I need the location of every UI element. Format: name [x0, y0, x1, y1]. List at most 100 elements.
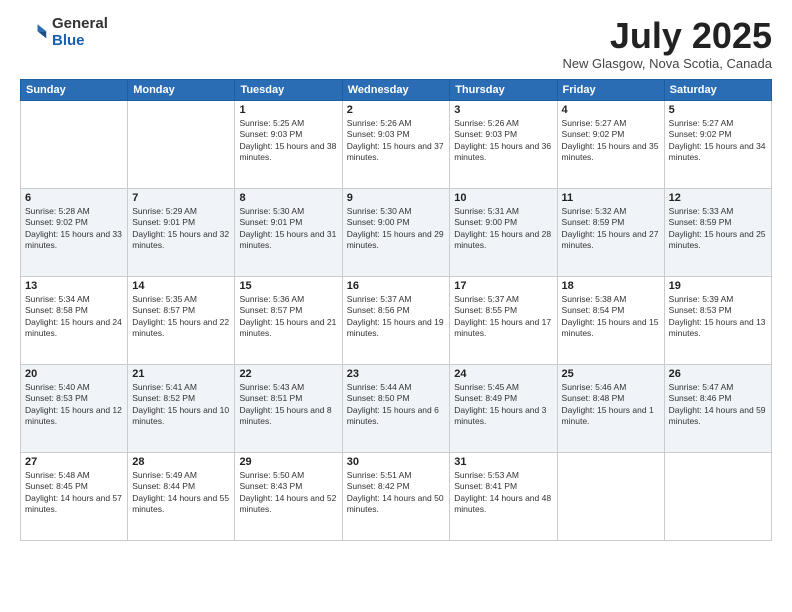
day-info: Sunrise: 5:38 AM Sunset: 8:54 PM Dayligh… [562, 294, 660, 340]
calendar-cell: 29Sunrise: 5:50 AM Sunset: 8:43 PM Dayli… [235, 452, 342, 540]
weekday-header-row: SundayMondayTuesdayWednesdayThursdayFrid… [21, 79, 772, 100]
logo-blue: Blue [52, 33, 108, 50]
day-number: 15 [239, 280, 337, 292]
calendar-week-row: 13Sunrise: 5:34 AM Sunset: 8:58 PM Dayli… [21, 276, 772, 364]
calendar-cell: 28 Sunrise: 5:49 AM Sunset: 8:44 PM Dayli… [128, 452, 235, 540]
logo-general: General [52, 16, 108, 33]
day-info: Sunrise: 5:37 AM Sunset: 8:56 PM Dayligh… [347, 294, 446, 340]
day-number: 26 [669, 368, 767, 380]
day-info: Sunrise: 5:35 AM Sunset: 8:57 PM Dayligh… [132, 294, 230, 340]
calendar-cell: 21 Sunrise: 5:41 AM Sunset: 8:52 PM Dayli… [128, 364, 235, 452]
day-number: 21 [132, 368, 230, 380]
calendar-week-row: 6 Sunrise: 5:28 AM Sunset: 9:02 PM Daylig… [21, 188, 772, 276]
day-info: Sunrise: 5:39 AM Sunset: 8:53 PM Dayligh… [669, 294, 767, 340]
day-number: 11 [562, 192, 660, 204]
day-info: Sunrise: 5:51 AM Sunset: 8:42 PM Dayligh… [347, 470, 446, 516]
day-number: 5 [669, 104, 767, 116]
day-info: Sunrise: 5:43 AM Sunset: 8:51 PM Dayligh… [239, 382, 337, 428]
day-info: Sunrise: 5:40 AM Sunset: 8:53 PM Dayligh… [25, 382, 123, 428]
calendar-cell: 31 Sunrise: 5:53 AM Sunset: 8:41 PM Dayli… [450, 452, 557, 540]
header: General Blue July 2025 New Glasgow, Nova… [20, 16, 772, 71]
day-number: 25 [562, 368, 660, 380]
day-number: 1 [239, 104, 337, 116]
calendar-cell: 3 Sunrise: 5:26 AM Sunset: 9:03 PM Daylig… [450, 100, 557, 188]
day-info: Sunrise: 5:27 AM Sunset: 9:02 PM Dayligh… [562, 118, 660, 164]
calendar-cell: 9 Sunrise: 5:30 AM Sunset: 9:00 PM Daylig… [342, 188, 450, 276]
day-number: 13 [25, 280, 123, 292]
day-number: 8 [239, 192, 337, 204]
calendar-cell [21, 100, 128, 188]
day-info: Sunrise: 5:26 AM Sunset: 9:03 PM Dayligh… [454, 118, 552, 164]
day-info: Sunrise: 5:28 AM Sunset: 9:02 PM Dayligh… [25, 206, 123, 252]
calendar-cell: 20 Sunrise: 5:40 AM Sunset: 8:53 PM Dayli… [21, 364, 128, 452]
calendar-cell: 25 Sunrise: 5:46 AM Sunset: 8:48 PM Dayli… [557, 364, 664, 452]
day-info: Sunrise: 5:37 AM Sunset: 8:55 PM Dayligh… [454, 294, 552, 340]
calendar-cell: 27Sunrise: 5:48 AM Sunset: 8:45 PM Dayli… [21, 452, 128, 540]
calendar-cell: 6 Sunrise: 5:28 AM Sunset: 9:02 PM Daylig… [21, 188, 128, 276]
calendar-cell [664, 452, 771, 540]
day-number: 4 [562, 104, 660, 116]
calendar-cell: 30 Sunrise: 5:51 AM Sunset: 8:42 PM Dayli… [342, 452, 450, 540]
title-block: July 2025 New Glasgow, Nova Scotia, Cana… [562, 16, 772, 71]
day-number: 18 [562, 280, 660, 292]
calendar-cell: 24 Sunrise: 5:45 AM Sunset: 8:49 PM Dayli… [450, 364, 557, 452]
calendar-cell: 22 Sunrise: 5:43 AM Sunset: 8:51 PM Dayli… [235, 364, 342, 452]
day-number: 31 [454, 456, 552, 468]
day-number: 30 [347, 456, 446, 468]
day-number: 3 [454, 104, 552, 116]
calendar-cell: 10Sunrise: 5:31 AM Sunset: 9:00 PM Dayli… [450, 188, 557, 276]
day-number: 28 [132, 456, 230, 468]
calendar-cell: 5 Sunrise: 5:27 AM Sunset: 9:02 PM Daylig… [664, 100, 771, 188]
day-number: 19 [669, 280, 767, 292]
day-number: 29 [239, 456, 337, 468]
day-info: Sunrise: 5:30 AM Sunset: 9:00 PM Dayligh… [347, 206, 446, 252]
day-info: Sunrise: 5:32 AM Sunset: 8:59 PM Dayligh… [562, 206, 660, 252]
calendar-cell: 23Sunrise: 5:44 AM Sunset: 8:50 PM Dayli… [342, 364, 450, 452]
day-number: 14 [132, 280, 230, 292]
calendar: SundayMondayTuesdayWednesdayThursdayFrid… [20, 79, 772, 541]
day-info: Sunrise: 5:46 AM Sunset: 8:48 PM Dayligh… [562, 382, 660, 428]
logo-icon [20, 19, 48, 47]
calendar-cell: 12Sunrise: 5:33 AM Sunset: 8:59 PM Dayli… [664, 188, 771, 276]
weekday-header: Friday [557, 79, 664, 100]
day-number: 20 [25, 368, 123, 380]
day-number: 17 [454, 280, 552, 292]
day-number: 7 [132, 192, 230, 204]
calendar-cell: 19 Sunrise: 5:39 AM Sunset: 8:53 PM Dayli… [664, 276, 771, 364]
logo-text: General Blue [52, 16, 108, 49]
day-number: 12 [669, 192, 767, 204]
day-number: 24 [454, 368, 552, 380]
day-info: Sunrise: 5:26 AM Sunset: 9:03 PM Dayligh… [347, 118, 446, 164]
day-info: Sunrise: 5:36 AM Sunset: 8:57 PM Dayligh… [239, 294, 337, 340]
calendar-cell [557, 452, 664, 540]
day-info: Sunrise: 5:29 AM Sunset: 9:01 PM Dayligh… [132, 206, 230, 252]
day-info: Sunrise: 5:53 AM Sunset: 8:41 PM Dayligh… [454, 470, 552, 516]
day-info: Sunrise: 5:49 AM Sunset: 8:44 PM Dayligh… [132, 470, 230, 516]
calendar-cell: 8 Sunrise: 5:30 AM Sunset: 9:01 PM Daylig… [235, 188, 342, 276]
month-title: July 2025 [562, 16, 772, 56]
weekday-header: Saturday [664, 79, 771, 100]
weekday-header: Sunday [21, 79, 128, 100]
day-number: 2 [347, 104, 446, 116]
day-info: Sunrise: 5:27 AM Sunset: 9:02 PM Dayligh… [669, 118, 767, 164]
day-number: 6 [25, 192, 123, 204]
day-number: 10 [454, 192, 552, 204]
day-info: Sunrise: 5:30 AM Sunset: 9:01 PM Dayligh… [239, 206, 337, 252]
calendar-week-row: 20 Sunrise: 5:40 AM Sunset: 8:53 PM Dayli… [21, 364, 772, 452]
calendar-cell: 2 Sunrise: 5:26 AM Sunset: 9:03 PM Daylig… [342, 100, 450, 188]
day-info: Sunrise: 5:48 AM Sunset: 8:45 PM Dayligh… [25, 470, 123, 516]
calendar-cell: 16Sunrise: 5:37 AM Sunset: 8:56 PM Dayli… [342, 276, 450, 364]
day-info: Sunrise: 5:44 AM Sunset: 8:50 PM Dayligh… [347, 382, 446, 428]
logo: General Blue [20, 16, 108, 49]
weekday-header: Wednesday [342, 79, 450, 100]
weekday-header: Tuesday [235, 79, 342, 100]
day-info: Sunrise: 5:45 AM Sunset: 8:49 PM Dayligh… [454, 382, 552, 428]
day-number: 9 [347, 192, 446, 204]
day-info: Sunrise: 5:47 AM Sunset: 8:46 PM Dayligh… [669, 382, 767, 428]
day-number: 22 [239, 368, 337, 380]
calendar-cell: 26 Sunrise: 5:47 AM Sunset: 8:46 PM Dayli… [664, 364, 771, 452]
day-info: Sunrise: 5:41 AM Sunset: 8:52 PM Dayligh… [132, 382, 230, 428]
location: New Glasgow, Nova Scotia, Canada [562, 56, 772, 71]
calendar-cell: 11 Sunrise: 5:32 AM Sunset: 8:59 PM Dayli… [557, 188, 664, 276]
calendar-cell: 7 Sunrise: 5:29 AM Sunset: 9:01 PM Daylig… [128, 188, 235, 276]
